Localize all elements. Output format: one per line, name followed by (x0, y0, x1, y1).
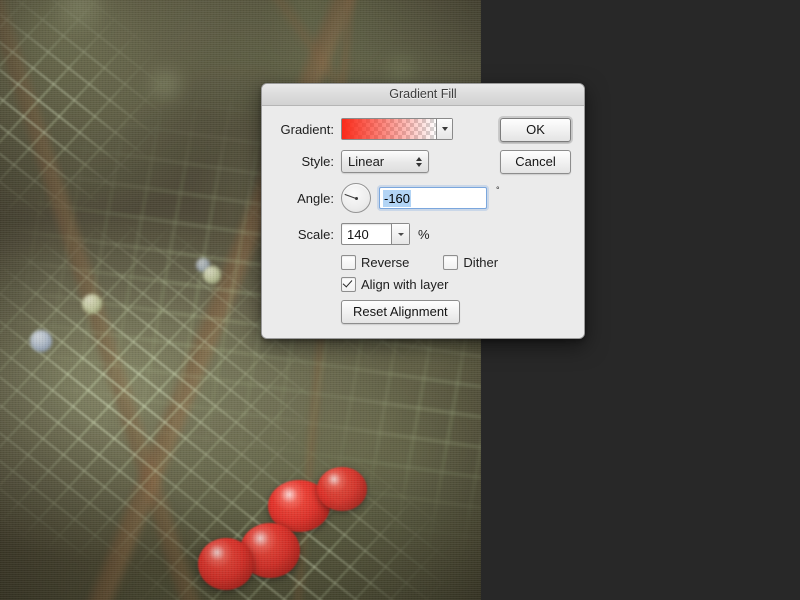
dialog-body: Gradient: Style: Linear Angle: -160 ° Sc… (262, 106, 584, 338)
degree-symbol: ° (496, 185, 500, 195)
angle-dial-hub (354, 196, 358, 200)
up-down-arrows-icon (416, 156, 422, 167)
style-value: Linear (348, 154, 385, 169)
chevron-down-icon (441, 127, 448, 131)
align-with-layer-label[interactable]: Align with layer (361, 277, 448, 292)
angle-value: -160 (383, 189, 412, 207)
gradient-dropdown-button[interactable] (437, 119, 452, 139)
gradient-swatch[interactable] (342, 119, 437, 139)
ok-button[interactable]: OK (500, 118, 571, 142)
scale-dropdown-button[interactable] (391, 224, 409, 244)
cancel-button[interactable]: Cancel (500, 150, 571, 174)
scale-label: Scale: (297, 226, 334, 242)
style-select[interactable]: Linear (341, 150, 429, 173)
scale-value[interactable]: 140 (342, 224, 391, 244)
angle-row: Angle: -160 ° (262, 183, 584, 213)
arrow-down-icon (416, 162, 422, 167)
angle-dial-icon[interactable] (341, 183, 371, 213)
gradient-picker[interactable] (341, 118, 453, 140)
checkbox-row-primary: Reverse Dither (341, 255, 584, 270)
checkbox-row-align: Align with layer (341, 277, 584, 292)
reverse-label[interactable]: Reverse (361, 255, 409, 270)
angle-input[interactable]: -160 (379, 187, 487, 209)
arrow-up-icon (416, 156, 422, 161)
scale-row: Scale: 140 % (262, 223, 584, 245)
percent-symbol: % (418, 226, 430, 242)
scale-combo[interactable]: 140 (341, 223, 410, 245)
chevron-down-icon (397, 232, 404, 236)
dialog-titlebar[interactable]: Gradient Fill (262, 84, 584, 106)
style-label: Style: (301, 154, 334, 169)
angle-label: Angle: (297, 190, 334, 206)
gradient-fill-dialog: Gradient Fill Gradient: Style: Linear An… (261, 83, 585, 339)
reset-alignment-row: Reset Alignment (341, 300, 584, 324)
dialog-button-column: OK Cancel (500, 118, 571, 182)
dither-label[interactable]: Dither (463, 255, 498, 270)
gradient-label: Gradient: (280, 121, 334, 137)
align-with-layer-checkbox[interactable] (341, 277, 356, 292)
dither-checkbox[interactable] (443, 255, 459, 270)
reset-alignment-button[interactable]: Reset Alignment (341, 300, 460, 324)
reverse-checkbox[interactable] (341, 255, 356, 270)
screen: Gradient Fill Gradient: Style: Linear An… (0, 0, 800, 600)
